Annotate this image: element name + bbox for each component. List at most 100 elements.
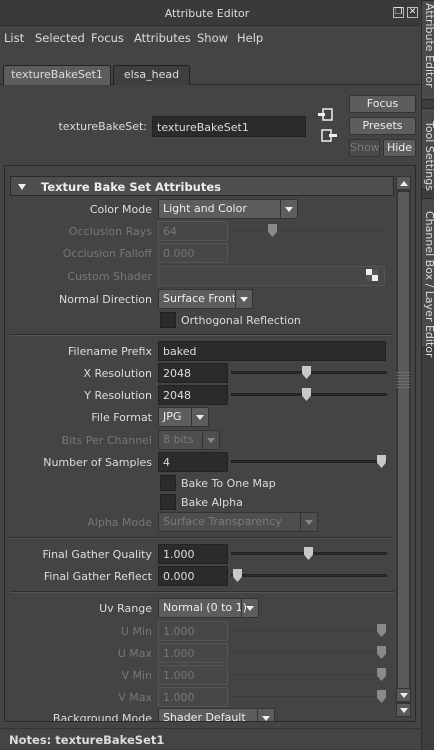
u-min-label: U Min bbox=[120, 625, 152, 638]
notes-label: Notes: textureBakeSet1 bbox=[9, 733, 165, 747]
dropdown-separator bbox=[300, 513, 301, 531]
final-gather-quality-slider[interactable] bbox=[231, 547, 387, 560]
u-max-field[interactable]: 1.000 bbox=[158, 643, 228, 663]
input-connections-icon[interactable] bbox=[318, 108, 334, 122]
scrollbar-thumb[interactable] bbox=[397, 191, 410, 699]
show-button[interactable]: Show bbox=[349, 139, 380, 157]
notes-bar[interactable]: Notes: textureBakeSet1 bbox=[0, 728, 420, 750]
y-resolution-slider[interactable] bbox=[231, 388, 387, 401]
y-resolution-field[interactable]: 2048 bbox=[158, 385, 228, 405]
group-divider bbox=[10, 538, 394, 539]
menu-list[interactable]: List bbox=[4, 31, 24, 45]
background-mode-dropdown[interactable]: Shader Default bbox=[158, 708, 275, 721]
uv-range-label: Uv Range bbox=[99, 602, 152, 615]
v-min-field[interactable]: 1.000 bbox=[158, 665, 228, 685]
scroll-down-button[interactable] bbox=[396, 688, 411, 702]
vertical-scrollbar[interactable] bbox=[396, 176, 411, 717]
output-connections-icon[interactable] bbox=[321, 129, 337, 143]
checker-map-icon[interactable] bbox=[366, 269, 378, 281]
tab-elsa-head[interactable]: elsa_head bbox=[113, 65, 190, 85]
occlusion-rays-field[interactable]: 64 bbox=[158, 221, 228, 241]
bake-alpha-label: Bake Alpha bbox=[181, 496, 243, 509]
chevron-down-icon bbox=[240, 297, 248, 302]
number-of-samples-field[interactable]: 4 bbox=[158, 452, 228, 472]
normal-direction-label: Normal Direction bbox=[59, 293, 152, 306]
menu-show[interactable]: Show bbox=[197, 31, 228, 45]
chevron-down-icon bbox=[246, 606, 254, 611]
u-min-field[interactable]: 1.000 bbox=[158, 621, 228, 641]
v-max-field[interactable]: 1.000 bbox=[158, 687, 228, 707]
final-gather-reflect-field[interactable]: 0.000 bbox=[158, 566, 228, 586]
side-tab-tool-settings[interactable]: Tool Settings bbox=[422, 108, 434, 191]
menu-selected[interactable]: Selected bbox=[35, 31, 85, 45]
menu-focus[interactable]: Focus bbox=[91, 31, 124, 45]
final-gather-reflect-label: Final Gather Reflect bbox=[43, 570, 152, 583]
final-gather-reflect-slider[interactable] bbox=[231, 569, 387, 582]
menu-help[interactable]: Help bbox=[237, 31, 263, 45]
float-window-icon[interactable]: ❐ bbox=[393, 7, 404, 18]
x-resolution-slider[interactable] bbox=[231, 366, 387, 379]
window-title: Attribute Editor bbox=[164, 7, 250, 20]
occlusion-falloff-field[interactable]: 0.000 bbox=[158, 243, 228, 263]
focus-button[interactable]: Focus bbox=[349, 95, 416, 113]
dropdown-separator bbox=[257, 709, 258, 721]
x-resolution-label: X Resolution bbox=[83, 367, 152, 380]
presets-button[interactable]: Presets bbox=[349, 117, 416, 135]
background-mode-label: Background Mode bbox=[52, 712, 152, 721]
uv-range-dropdown[interactable]: Normal (0 to 1) bbox=[158, 598, 259, 618]
side-tab-attribute-editor[interactable]: Attribute Editor bbox=[422, 0, 434, 100]
file-format-value: JPG bbox=[163, 410, 182, 423]
bake-to-one-map-checkbox[interactable] bbox=[160, 475, 176, 491]
section-header-texture-bake-set[interactable]: Texture Bake Set Attributes bbox=[10, 176, 394, 196]
node-name-field[interactable]: textureBakeSet1 bbox=[152, 116, 306, 137]
occlusion-rays-label: Occlusion Rays bbox=[68, 225, 152, 238]
scroll-up-button[interactable] bbox=[396, 176, 411, 190]
color-mode-dropdown[interactable]: Light and Color bbox=[158, 199, 298, 219]
hide-button[interactable]: Hide bbox=[383, 139, 416, 157]
occlusion-rays-slider[interactable] bbox=[231, 224, 387, 237]
custom-shader-label: Custom Shader bbox=[67, 270, 152, 283]
alpha-mode-dropdown[interactable]: Surface Transparency bbox=[158, 512, 318, 532]
u-max-slider[interactable] bbox=[231, 646, 387, 659]
filename-prefix-field[interactable]: baked bbox=[158, 341, 386, 361]
arrow-up-icon bbox=[400, 181, 408, 186]
arrow-down-icon bbox=[400, 708, 408, 713]
color-mode-value: Light and Color bbox=[163, 202, 247, 215]
collapse-triangle-icon[interactable] bbox=[18, 184, 26, 190]
bits-per-channel-value: 8 bits bbox=[163, 433, 194, 446]
v-min-slider[interactable] bbox=[231, 668, 387, 681]
u-min-slider[interactable] bbox=[231, 624, 387, 637]
normal-direction-value: Surface Front bbox=[163, 292, 237, 305]
v-max-slider[interactable] bbox=[231, 690, 387, 703]
file-format-label: File Format bbox=[91, 411, 152, 424]
file-format-dropdown[interactable]: JPG bbox=[158, 407, 209, 427]
dropdown-separator bbox=[241, 599, 242, 617]
v-min-label: V Min bbox=[121, 669, 152, 682]
number-of-samples-label: Number of Samples bbox=[43, 456, 152, 469]
custom-shader-field[interactable] bbox=[158, 266, 385, 286]
tab-texturebakeset1[interactable]: textureBakeSet1 bbox=[3, 65, 111, 85]
orthogonal-reflection-checkbox[interactable] bbox=[160, 312, 176, 328]
scroll-down-button-2[interactable] bbox=[396, 703, 411, 717]
bits-per-channel-label: Bits Per Channel bbox=[61, 434, 152, 447]
dropdown-separator bbox=[235, 290, 236, 308]
x-resolution-field[interactable]: 2048 bbox=[158, 363, 228, 383]
menu-attributes[interactable]: Attributes bbox=[134, 31, 191, 45]
side-tab-channel-box[interactable]: Channel Box / Layer Editor bbox=[422, 198, 434, 358]
node-tab-bar: textureBakeSet1 elsa_head bbox=[0, 60, 420, 85]
normal-direction-dropdown[interactable]: Surface Front bbox=[158, 289, 253, 309]
group-divider bbox=[10, 592, 394, 593]
dropdown-separator bbox=[280, 200, 281, 218]
orthogonal-reflection-label: Orthogonal Reflection bbox=[181, 314, 301, 327]
close-icon[interactable]: ✕ bbox=[407, 7, 418, 18]
chevron-down-icon bbox=[262, 716, 270, 721]
chevron-down-icon bbox=[305, 520, 313, 525]
number-of-samples-slider[interactable] bbox=[231, 455, 387, 468]
dropdown-separator bbox=[202, 431, 203, 449]
dropdown-separator bbox=[191, 408, 192, 426]
final-gather-quality-field[interactable]: 1.000 bbox=[158, 544, 228, 564]
bake-alpha-checkbox[interactable] bbox=[160, 494, 176, 510]
chevron-down-icon bbox=[207, 438, 215, 443]
bits-per-channel-dropdown[interactable]: 8 bits bbox=[158, 430, 220, 450]
menu-bar: List Selected Focus Attributes Show Help bbox=[0, 27, 420, 49]
